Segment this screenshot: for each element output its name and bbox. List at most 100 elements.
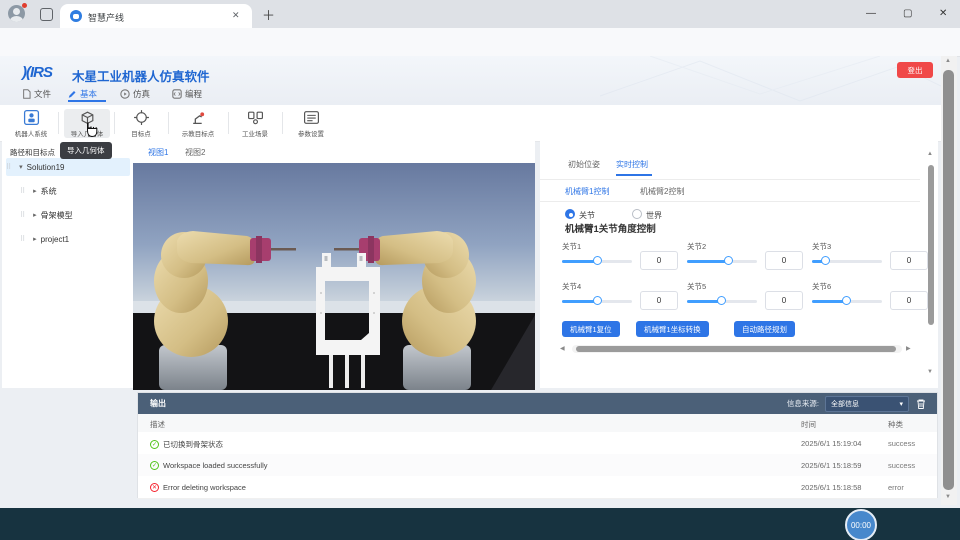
- view-tabs: 视图1 视图2: [133, 141, 535, 163]
- tree-item-skeleton-model[interactable]: ⠿ ▸ 骨架模型: [6, 206, 130, 224]
- menu-basic[interactable]: 基本: [68, 88, 97, 100]
- tab-initial-pose[interactable]: 初始位姿: [568, 159, 600, 170]
- taskbar: ⚙ ⌃ 15:19 2025/6/1 7: [0, 508, 960, 540]
- panel-vscroll-thumb[interactable]: [928, 165, 934, 325]
- toolbar-robot-system[interactable]: 机器人系统: [8, 109, 54, 138]
- joint4-value-input[interactable]: [640, 291, 678, 310]
- window-minimize-button[interactable]: —: [866, 8, 876, 19]
- file-icon: [22, 89, 31, 99]
- slider-thumb[interactable]: [842, 296, 851, 305]
- joint3-label: 关节3: [812, 241, 831, 252]
- slider-thumb[interactable]: [724, 256, 733, 265]
- toolbar-industrial-scene[interactable]: 工业场景: [232, 109, 278, 138]
- settings-panel-icon: [303, 109, 320, 126]
- workspaces-icon[interactable]: [40, 8, 53, 21]
- auto-path-planning-button[interactable]: 自动路径规划: [734, 321, 795, 337]
- industrial-scene-icon: [247, 109, 264, 126]
- hscroll-thumb[interactable]: [576, 346, 896, 352]
- success-icon: ✓: [150, 461, 159, 470]
- tree-item-solution19[interactable]: ⠿ ▾ Solution19: [6, 158, 130, 176]
- tab-close-icon[interactable]: ✕: [232, 10, 240, 21]
- joint3-value-input[interactable]: [890, 251, 928, 270]
- drag-handle-icon[interactable]: ⠿: [20, 187, 25, 195]
- joint4-slider[interactable]: [562, 296, 632, 306]
- arm1-reset-button[interactable]: 机械臂1复位: [562, 321, 620, 337]
- joint1-value-input[interactable]: [640, 251, 678, 270]
- new-tab-button[interactable]: ＋: [262, 5, 275, 24]
- 3d-viewport[interactable]: [133, 163, 535, 390]
- menu-programming[interactable]: 编程: [172, 88, 202, 100]
- hscrollbar[interactable]: [572, 345, 902, 353]
- joint6-value-input[interactable]: [890, 291, 928, 310]
- recording-timer-overlay[interactable]: 00:00: [845, 509, 877, 540]
- joint2-slider[interactable]: [687, 256, 757, 266]
- app-logo: )(IRS: [22, 64, 52, 81]
- page-scroll-down-icon[interactable]: ▼: [945, 494, 951, 500]
- source-select[interactable]: 全部信息 ▾: [825, 396, 909, 412]
- joint1-label: 关节1: [562, 241, 581, 252]
- menu-file[interactable]: 文件: [22, 88, 51, 100]
- arm1-coordinate-transform-button[interactable]: 机械臂1坐标转换: [636, 321, 709, 337]
- slider-thumb[interactable]: [593, 296, 602, 305]
- section-title: 机械臂1关节角度控制: [565, 221, 656, 235]
- caret-right-icon[interactable]: ▸: [33, 187, 37, 195]
- page-scroll-up-icon[interactable]: ▲: [945, 58, 951, 64]
- joint4-group: 关节4: [562, 281, 677, 317]
- browser-tab[interactable]: 智慧产线 ✕: [60, 4, 252, 28]
- window-restore-button[interactable]: ▢: [903, 8, 912, 19]
- logout-button[interactable]: 登出: [897, 62, 933, 78]
- browser-tab-bar: 智慧产线 ✕ ＋ — ▢ ✕: [0, 0, 960, 28]
- tab-realtime-control[interactable]: 实时控制: [616, 159, 648, 170]
- slider-thumb[interactable]: [717, 296, 726, 305]
- tab-view2[interactable]: 视图2: [185, 147, 205, 158]
- joint1-slider[interactable]: [562, 256, 632, 266]
- vscroll-down-icon[interactable]: ▼: [927, 369, 933, 375]
- clear-output-trash-icon[interactable]: [915, 398, 927, 410]
- joint3-slider[interactable]: [812, 256, 882, 266]
- source-label: 信息来源:: [787, 398, 819, 409]
- play-circle-icon: [120, 89, 130, 99]
- subtab-arm1-control[interactable]: 机械臂1控制: [565, 186, 609, 197]
- joint5-slider[interactable]: [687, 296, 757, 306]
- toolbar-parameter-settings[interactable]: 参数设置: [288, 109, 334, 138]
- hscroll-right-icon[interactable]: ▶: [906, 345, 911, 352]
- code-icon: [172, 89, 182, 99]
- caret-right-icon[interactable]: ▸: [33, 211, 37, 219]
- drag-handle-icon[interactable]: ⠿: [20, 211, 25, 219]
- vscroll-up-icon[interactable]: ▲: [927, 151, 933, 157]
- window-close-button[interactable]: ✕: [939, 8, 947, 19]
- page-scroll-thumb[interactable]: [943, 70, 954, 490]
- toolbar-target-point[interactable]: 目标点: [118, 109, 164, 138]
- output-panel: 输出 信息来源: 全部信息 ▾ 描述 时间 种类 ✓已切换到骨架状态 2025/…: [137, 392, 938, 498]
- robot-arm-icon: [190, 109, 207, 126]
- joint6-slider[interactable]: [812, 296, 882, 306]
- radio-world-label: 世界: [646, 210, 662, 221]
- divider: [540, 201, 920, 202]
- menu-active-underline: [68, 100, 106, 102]
- scene-tree-sidebar: 路径和目标点 ⠿ ▾ Solution19 ⠿ ▸ 系统 ⠿ ▸ 骨架模型 ⠿ …: [2, 141, 134, 388]
- radio-joint[interactable]: [565, 209, 575, 219]
- drag-handle-icon[interactable]: ⠿: [6, 163, 11, 171]
- output-row: ✕Error deleting workspace 2025/6/1 15:18…: [138, 476, 937, 499]
- target-icon: [133, 109, 150, 126]
- radio-world[interactable]: [632, 209, 642, 219]
- toolbar-teach-target[interactable]: 示教目标点: [172, 109, 224, 138]
- slider-thumb[interactable]: [593, 256, 602, 265]
- caret-down-icon[interactable]: ▾: [19, 163, 23, 171]
- tree-item-system[interactable]: ⠿ ▸ 系统: [6, 182, 130, 200]
- joint6-label: 关节6: [812, 281, 831, 292]
- joint1-group: 关节1: [562, 241, 677, 277]
- joint5-value-input[interactable]: [765, 291, 803, 310]
- slider-thumb[interactable]: [821, 256, 830, 265]
- desktop: 智慧产线 ✕ ＋ — ▢ ✕ ← ↻ ⓘ localhost ⌕ A ★ ✩ ⋯…: [0, 0, 960, 540]
- toolbar-divider: [282, 112, 283, 134]
- drag-handle-icon[interactable]: ⠿: [20, 235, 25, 243]
- tree-item-project1[interactable]: ⠿ ▸ project1: [6, 230, 130, 248]
- caret-right-icon[interactable]: ▸: [33, 235, 37, 243]
- import-geometry-tooltip: 导入几何体: [60, 142, 112, 159]
- menu-simulation[interactable]: 仿真: [120, 88, 150, 100]
- hscroll-left-icon[interactable]: ◀: [560, 345, 565, 352]
- joint2-value-input[interactable]: [765, 251, 803, 270]
- subtab-arm2-control[interactable]: 机械臂2控制: [640, 186, 684, 197]
- tab-view1[interactable]: 视图1: [148, 147, 168, 158]
